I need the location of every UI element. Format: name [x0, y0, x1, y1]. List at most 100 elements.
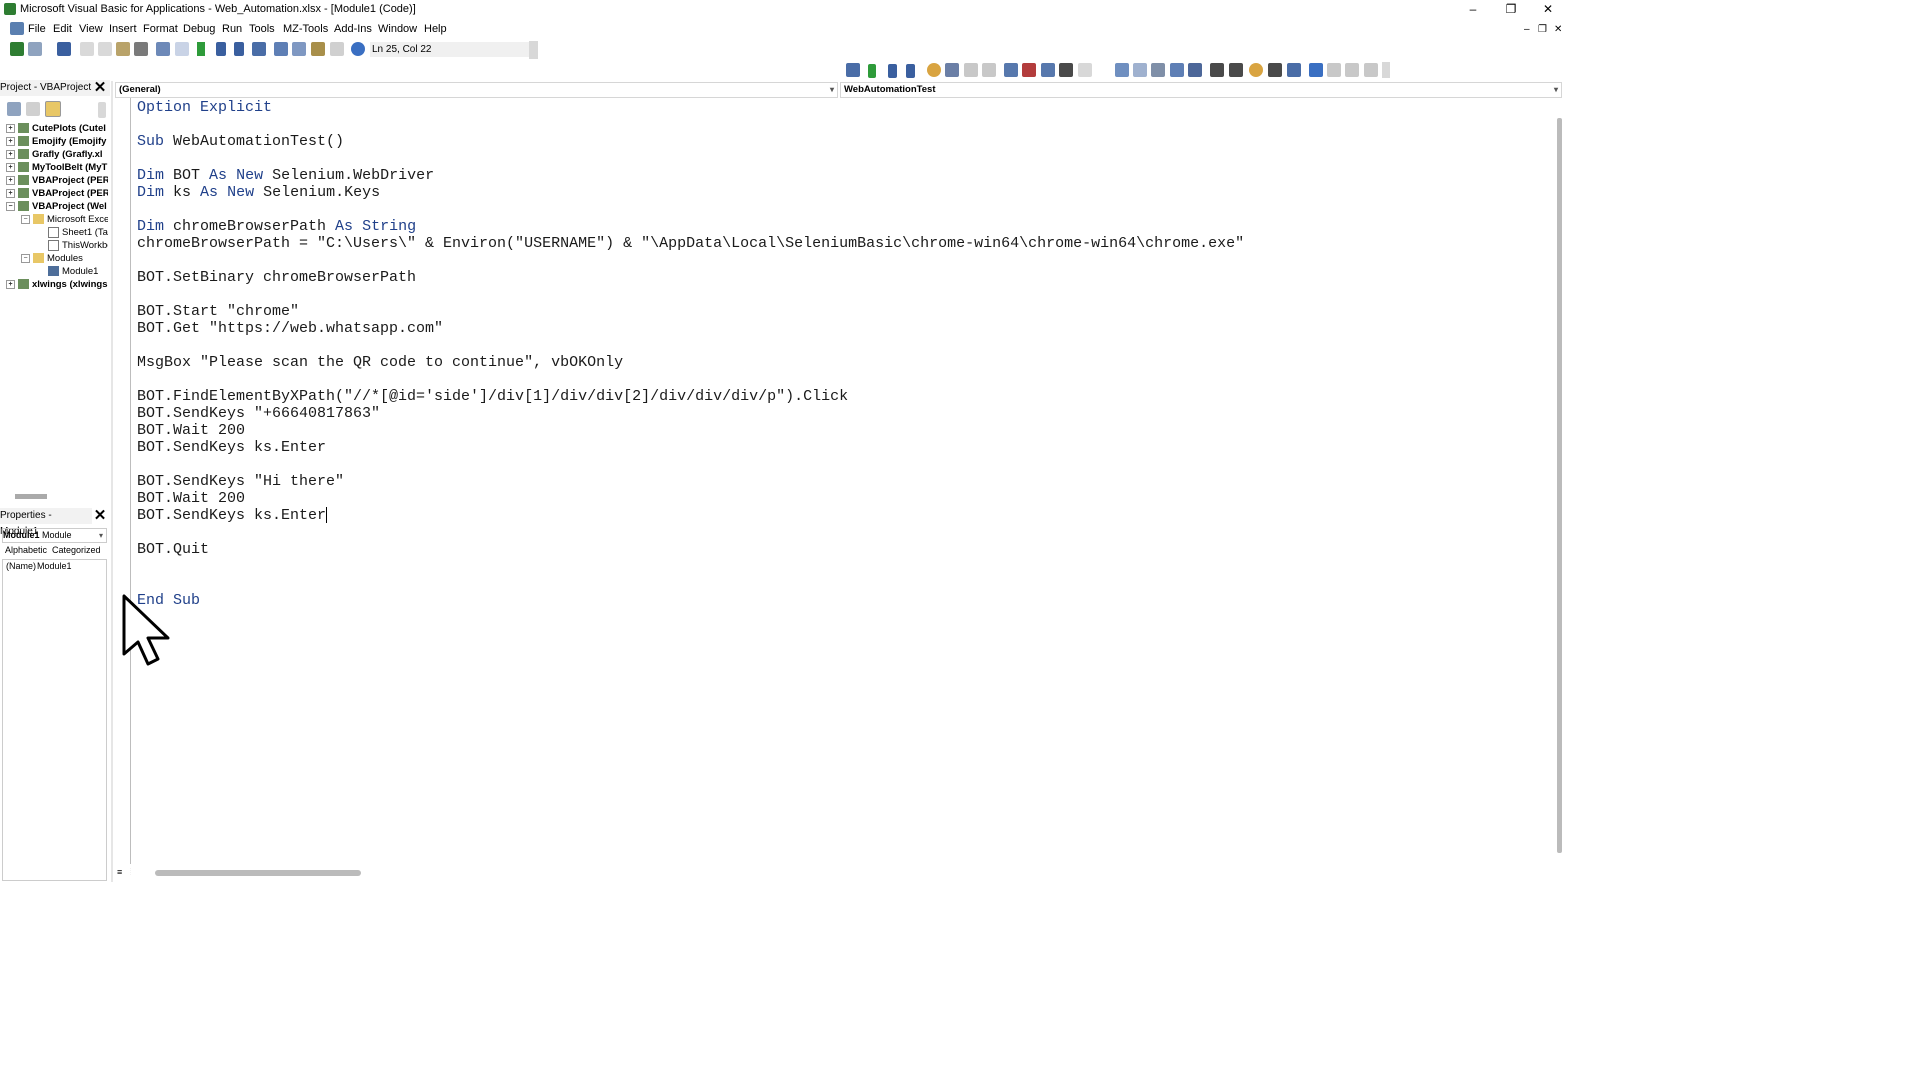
project-toolbar-overflow[interactable] — [98, 102, 106, 118]
properties-window-icon[interactable] — [292, 42, 306, 56]
code-line[interactable]: Sub WebAutomationTest() — [137, 133, 344, 150]
complete-word-icon[interactable] — [1188, 63, 1202, 77]
code-line[interactable]: BOT.SetBinary chromeBrowserPath — [137, 269, 416, 286]
view-code-icon[interactable] — [7, 102, 21, 116]
design-mode-icon[interactable] — [846, 63, 860, 77]
step-into-icon[interactable] — [945, 63, 959, 77]
cut-icon[interactable] — [80, 42, 94, 56]
menu-file[interactable]: File — [28, 23, 46, 35]
code-line[interactable]: MsgBox "Please scan the QR code to conti… — [137, 354, 623, 371]
restore-button[interactable]: ❐ — [1496, 1, 1526, 17]
panel-splitter[interactable] — [111, 81, 113, 882]
insert-module-icon[interactable] — [28, 42, 42, 56]
toolbox-icon[interactable] — [330, 42, 344, 56]
run-icon[interactable] — [197, 42, 205, 56]
run-icon[interactable] — [868, 64, 876, 78]
list-constants-icon[interactable] — [1133, 63, 1147, 77]
reset-icon[interactable] — [234, 42, 244, 56]
menu-help[interactable]: Help — [424, 23, 447, 35]
toggle-breakpoint-icon[interactable] — [927, 63, 941, 77]
code-horizontal-scroll-thumb[interactable] — [155, 870, 361, 876]
menu-run[interactable]: Run — [222, 23, 242, 35]
menu-format[interactable]: Format — [143, 23, 178, 35]
code-editor[interactable]: Option Explicit Sub WebAutomationTest() … — [131, 98, 1551, 864]
code-line[interactable]: BOT.FindElementByXPath("//*[@id='side']/… — [137, 388, 848, 405]
code-line[interactable]: BOT.SendKeys ks.Enter — [137, 507, 328, 524]
clear-bookmarks-icon[interactable] — [1364, 63, 1378, 77]
next-bookmark-icon[interactable] — [1327, 63, 1341, 77]
project-horizontal-scrollbar[interactable] — [15, 494, 47, 499]
minimize-button[interactable]: – — [1458, 1, 1488, 17]
toggle-bookmark-icon[interactable] — [1309, 63, 1323, 77]
design-mode-icon[interactable] — [252, 42, 266, 56]
code-line[interactable]: BOT.Wait 200 — [137, 490, 245, 507]
close-icon[interactable]: ✕ — [93, 508, 107, 523]
redo-icon[interactable] — [175, 42, 189, 56]
list-properties-icon[interactable] — [1115, 63, 1129, 77]
reset-icon[interactable] — [906, 64, 915, 78]
indent-icon[interactable] — [1210, 63, 1224, 77]
properties-object-combo[interactable]: Module1 Module ▾ — [2, 528, 107, 543]
code-line[interactable]: Dim BOT As New Selenium.WebDriver — [137, 167, 434, 184]
code-margin[interactable] — [114, 98, 131, 864]
quick-watch-icon[interactable] — [1059, 63, 1073, 77]
close-button[interactable]: ✕ — [1533, 1, 1563, 17]
excel-icon[interactable] — [10, 42, 24, 56]
code-line[interactable]: BOT.Get "https://web.whatsapp.com" — [137, 320, 443, 337]
vba-editor-icon[interactable] — [10, 22, 24, 35]
toggle-breakpoint-icon-2[interactable] — [1249, 63, 1263, 77]
uncomment-block-icon[interactable] — [1287, 63, 1301, 77]
property-value[interactable]: Module1 — [37, 561, 72, 571]
help-icon[interactable] — [351, 42, 365, 56]
menu-mz-tools[interactable]: MZ-Tools — [283, 23, 328, 35]
comment-block-icon[interactable] — [1268, 63, 1282, 77]
quick-info-icon[interactable] — [1151, 63, 1165, 77]
menu-edit[interactable]: Edit — [53, 23, 72, 35]
mdi-close-button[interactable]: ✕ — [1554, 24, 1562, 35]
toolbar-overflow-button[interactable] — [529, 41, 538, 59]
copy-icon[interactable] — [98, 42, 112, 56]
previous-bookmark-icon[interactable] — [1345, 63, 1359, 77]
break-icon[interactable] — [216, 42, 226, 56]
code-line[interactable]: BOT.Wait 200 — [137, 422, 245, 439]
tab-alphabetic[interactable]: Alphabetic — [5, 545, 47, 555]
locals-window-icon[interactable] — [1004, 63, 1018, 77]
break-icon[interactable] — [888, 64, 897, 78]
toolbar-overflow-button[interactable] — [1382, 62, 1390, 78]
step-out-icon[interactable] — [982, 63, 996, 77]
code-line[interactable]: BOT.Quit — [137, 541, 209, 558]
mdi-restore-button[interactable]: ❐ — [1538, 24, 1547, 35]
code-line[interactable]: BOT.SendKeys ks.Enter — [137, 439, 326, 456]
close-icon[interactable]: ✕ — [93, 80, 107, 95]
step-over-icon[interactable] — [964, 63, 978, 77]
menu-insert[interactable]: Insert — [109, 23, 137, 35]
code-line[interactable]: Dim chromeBrowserPath As String — [137, 218, 416, 235]
menu-view[interactable]: View — [79, 23, 103, 35]
code-line[interactable]: chromeBrowserPath = "C:\Users\" & Enviro… — [137, 235, 1244, 252]
find-icon[interactable] — [134, 42, 148, 56]
object-browser-icon[interactable] — [311, 42, 325, 56]
code-line[interactable]: BOT.Start "chrome" — [137, 303, 299, 320]
menu-debug[interactable]: Debug — [183, 23, 215, 35]
save-icon[interactable] — [57, 42, 71, 56]
watch-window-icon[interactable] — [1041, 63, 1055, 77]
code-line[interactable]: Option Explicit — [137, 99, 272, 116]
object-combo[interactable]: (General) ▾ — [115, 82, 838, 98]
menu-window[interactable]: Window — [378, 23, 417, 35]
mdi-minimize-button[interactable]: – — [1524, 24, 1530, 35]
tab-categorized[interactable]: Categorized — [52, 545, 101, 555]
code-line[interactable]: Dim ks As New Selenium.Keys — [137, 184, 380, 201]
code-line[interactable]: BOT.SendKeys "Hi there" — [137, 473, 344, 490]
menu-add-ins[interactable]: Add-Ins — [334, 23, 372, 35]
project-explorer-icon[interactable] — [274, 42, 288, 56]
paste-icon[interactable] — [116, 42, 130, 56]
menu-tools[interactable]: Tools — [249, 23, 275, 35]
parameter-info-icon[interactable] — [1170, 63, 1184, 77]
outdent-icon[interactable] — [1229, 63, 1243, 77]
undo-icon[interactable] — [156, 42, 170, 56]
code-line[interactable]: BOT.SendKeys "+66640817863" — [137, 405, 380, 422]
procedure-view-icon[interactable]: ≡ — [117, 867, 122, 877]
view-object-icon[interactable] — [26, 102, 40, 116]
procedure-combo[interactable]: WebAutomationTest ▾ — [840, 82, 1562, 98]
toggle-folders-icon[interactable] — [45, 101, 61, 117]
